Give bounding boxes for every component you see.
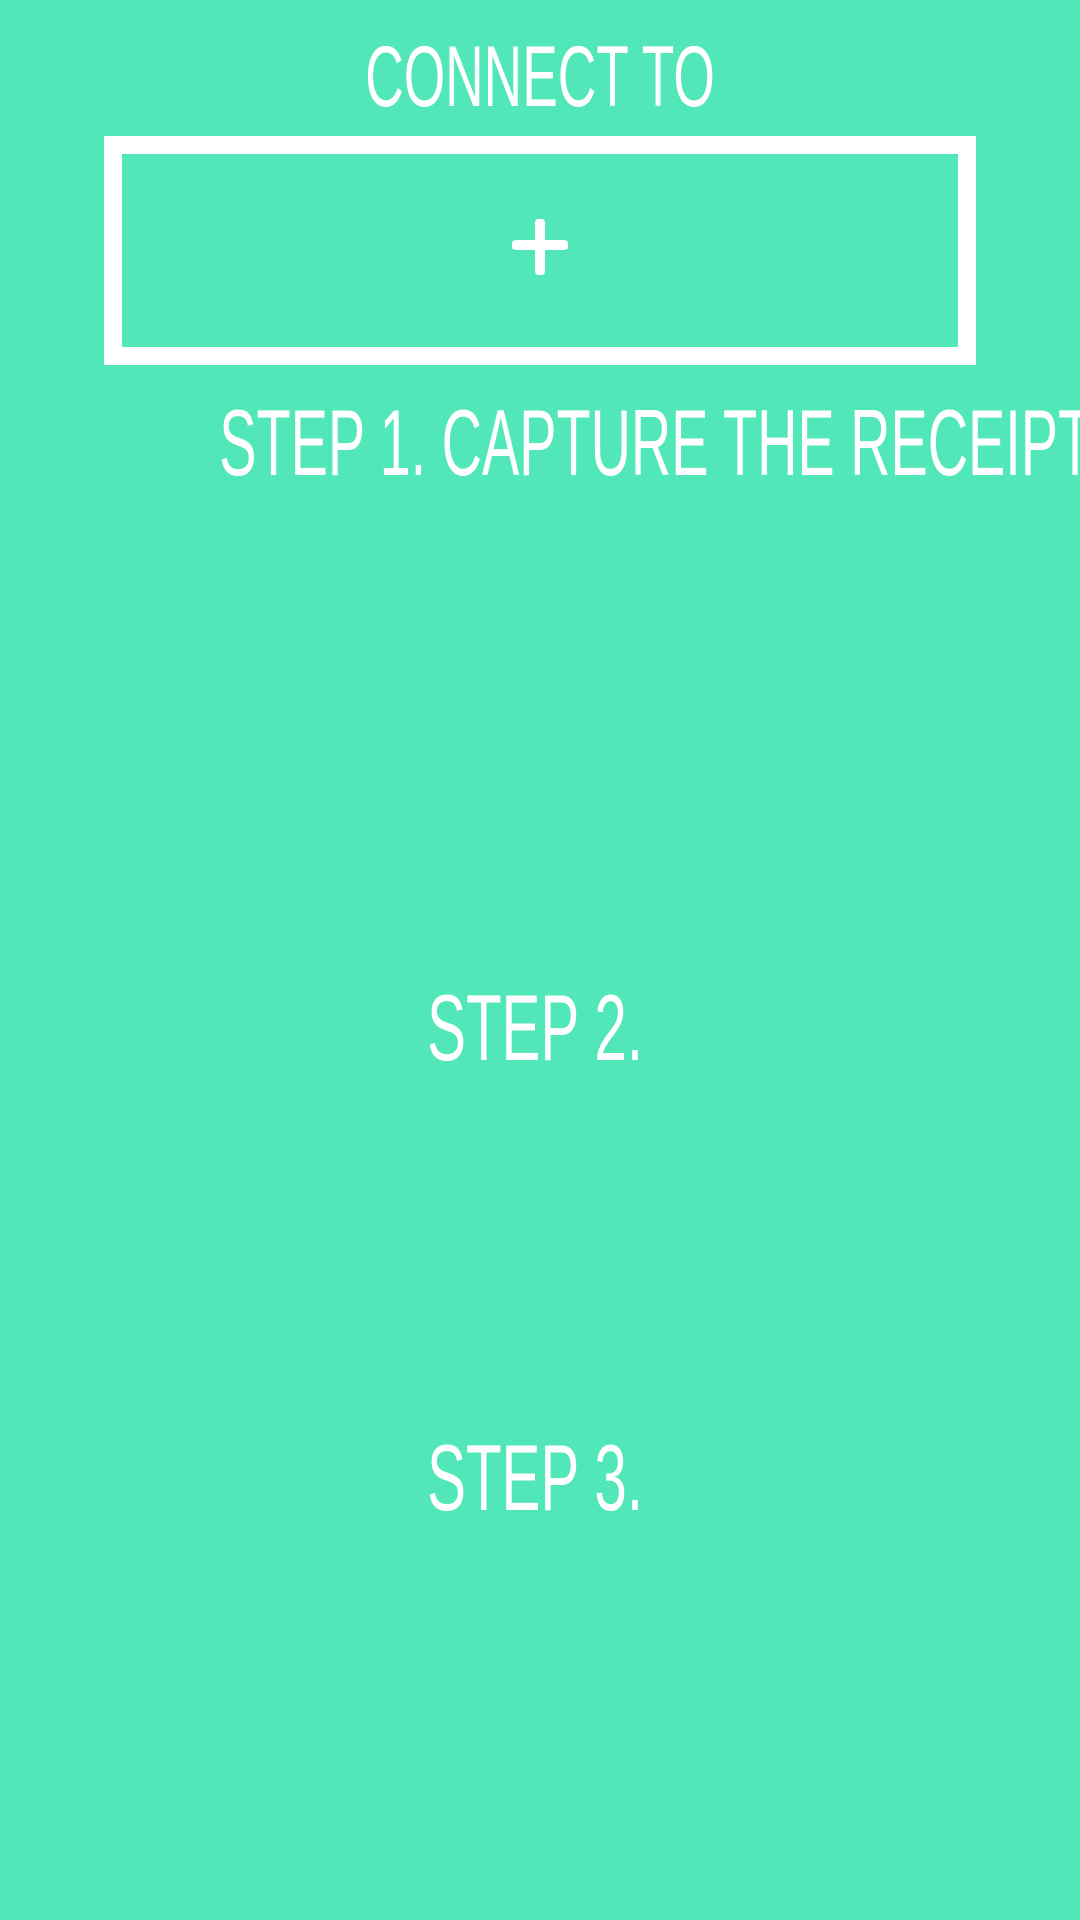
- step-2-label: STEP 2.: [427, 975, 644, 1080]
- connect-title: CONNECT TO: [365, 29, 715, 125]
- plus-icon: [122, 154, 958, 347]
- screen: CONNECT TO STEP 1. CAPTURE THE RECEIPT S…: [0, 0, 1080, 1920]
- connect-add-button[interactable]: [104, 136, 976, 365]
- step-1-label: STEP 1. CAPTURE THE RECEIPT: [219, 390, 1080, 495]
- step-3-label: STEP 3.: [427, 1425, 644, 1530]
